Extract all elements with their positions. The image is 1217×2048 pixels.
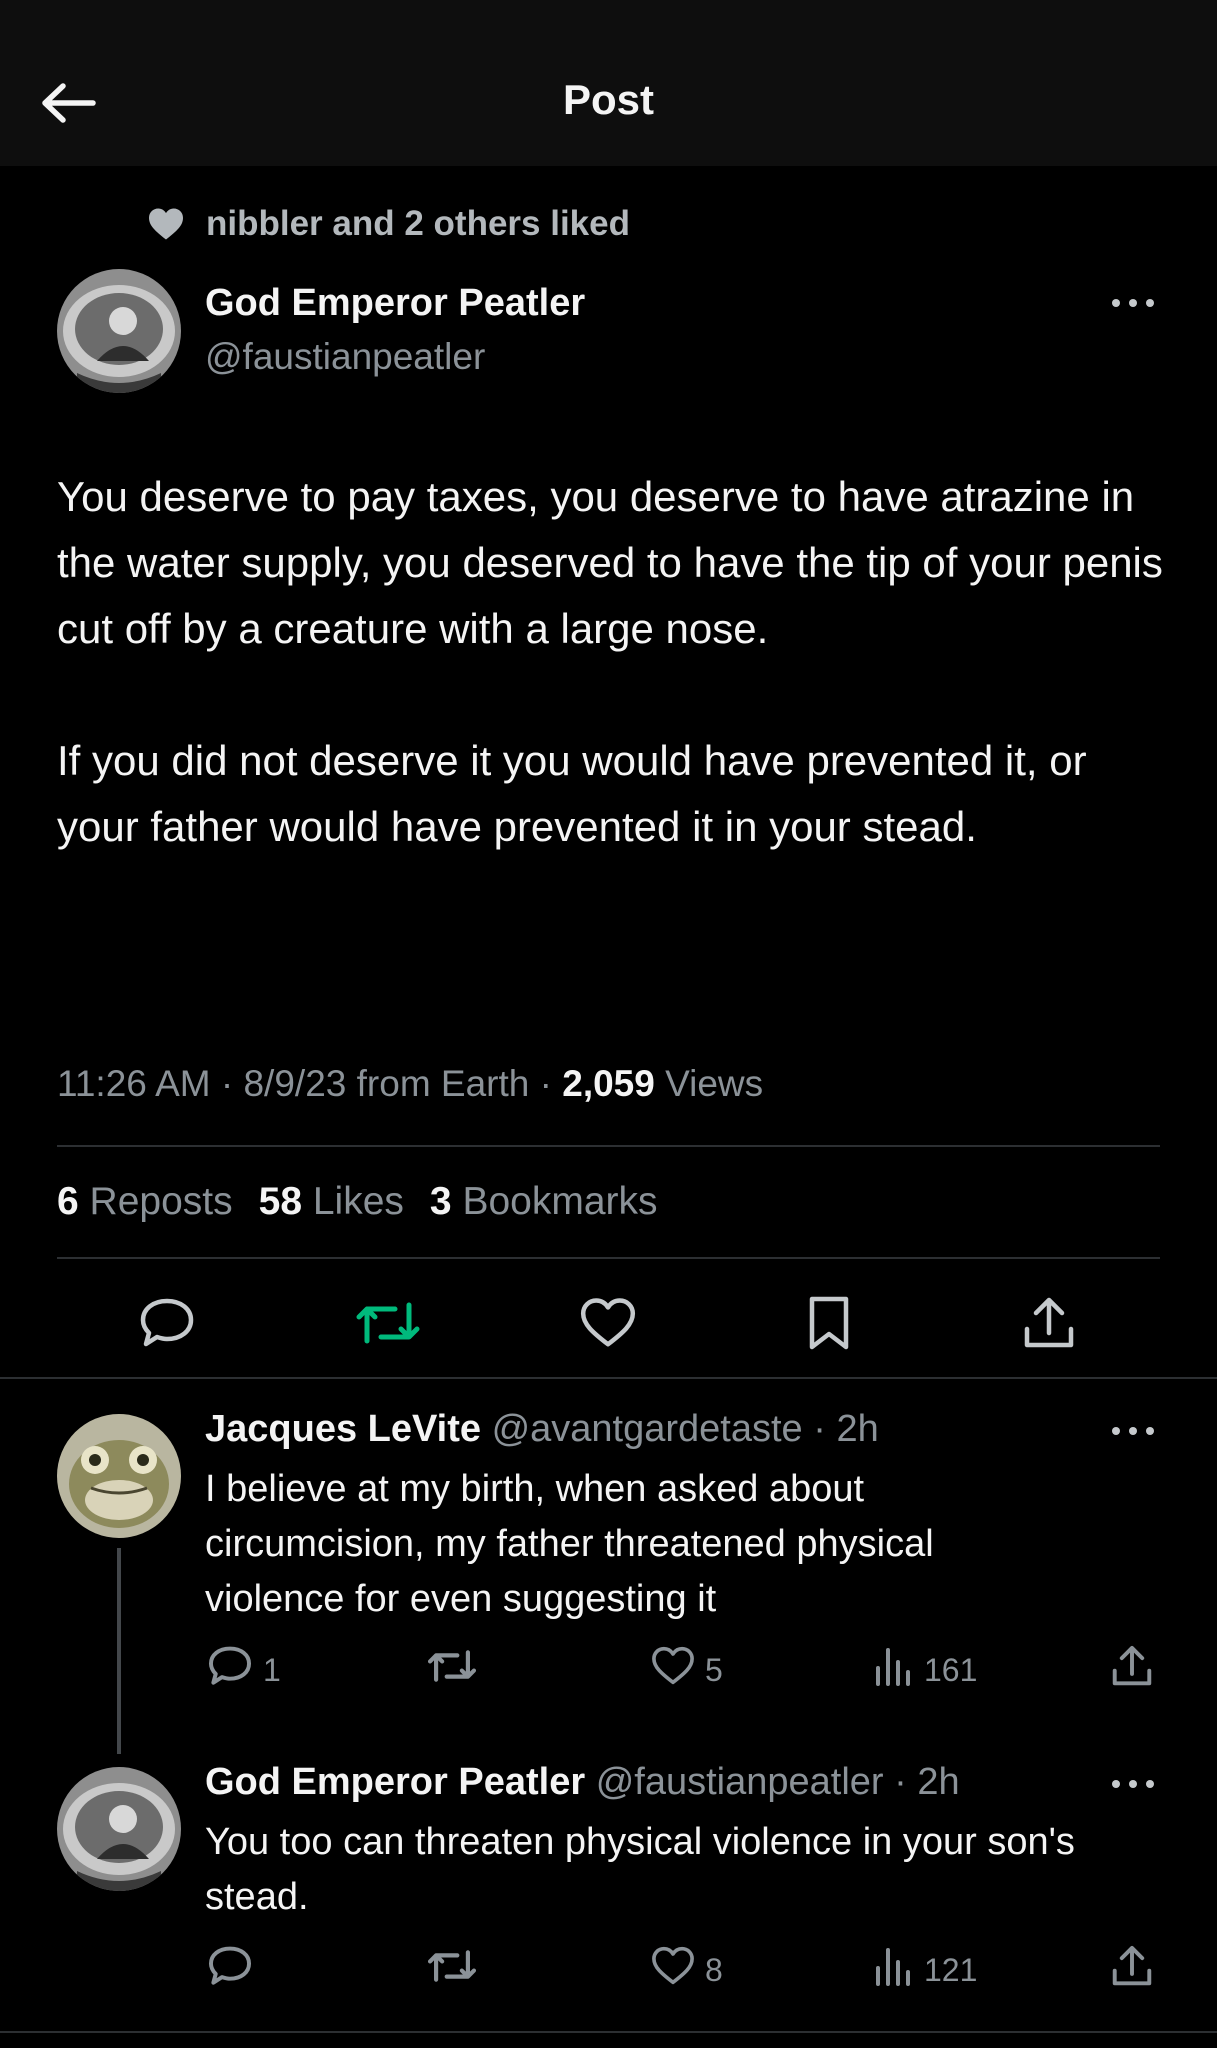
repost-icon [427, 1646, 487, 1694]
page-title: Post [562, 76, 654, 123]
author-handle[interactable]: @faustianpeatler [205, 336, 485, 378]
like-button[interactable]: 8 [651, 1945, 723, 1995]
more-horizontal-icon [1111, 295, 1155, 313]
heart-outline-icon [651, 1946, 705, 1994]
thread-line [117, 1548, 121, 1754]
post-text: You deserve to pay taxes, you deserve to… [57, 464, 1167, 860]
reposts-count: 6 [57, 1180, 79, 1223]
like-button[interactable] [573, 1290, 643, 1360]
view-count: 161 [924, 1651, 978, 1688]
like-button[interactable]: 5 [651, 1645, 723, 1695]
analytics-bars-icon [874, 1946, 924, 1994]
bookmarks-label: Bookmarks [462, 1180, 658, 1223]
likes-label: Likes [312, 1180, 404, 1223]
share-button[interactable] [1110, 1645, 1164, 1695]
bookmarks-count: 3 [429, 1180, 452, 1223]
reply-text: I believe at my birth, when asked about … [205, 1468, 934, 1620]
post-stats: 6 Reposts 58 Likes 3 Bookmarks [57, 1180, 684, 1224]
comment-bubble-icon [207, 1644, 263, 1696]
reply-author-handle[interactable]: @faustianpeatler [596, 1761, 884, 1803]
share-upload-icon [1022, 1295, 1076, 1356]
post-time[interactable]: 11:26 AM [57, 1063, 211, 1104]
comment-bubble-icon [138, 1296, 196, 1355]
reply-author-name[interactable]: God Emperor Peatler [205, 1761, 585, 1803]
avatar[interactable] [57, 1414, 181, 1538]
views-button[interactable]: 161 [874, 1645, 977, 1695]
reply-count: 1 [263, 1651, 281, 1688]
reposts-stat[interactable]: 6 Reposts [57, 1180, 233, 1224]
divider [0, 2031, 1217, 2033]
post-date[interactable]: 8/9/23 [243, 1063, 346, 1104]
heart-filled-icon [146, 204, 186, 244]
heart-outline-icon [651, 1646, 705, 1694]
share-upload-icon [1110, 1644, 1164, 1696]
reply-author-handle[interactable]: @avantgardetaste [492, 1408, 803, 1450]
share-upload-icon [1110, 1944, 1164, 1996]
views-count: 2,059 [562, 1063, 655, 1104]
reply-author-name[interactable]: Jacques LeVite [205, 1408, 481, 1450]
more-options-button[interactable] [1108, 1770, 1158, 1800]
reply-button[interactable] [132, 1290, 202, 1360]
view-count: 121 [924, 1951, 978, 1988]
avatar[interactable] [57, 1767, 181, 1891]
like-count: 5 [705, 1651, 723, 1688]
likes-count: 58 [258, 1180, 303, 1223]
repost-icon [355, 1297, 421, 1354]
reposts-label: Reposts [89, 1180, 233, 1223]
top-bar: Post [0, 0, 1217, 166]
more-options-button[interactable] [1108, 289, 1158, 319]
reply-button[interactable] [207, 1945, 263, 1995]
repost-button[interactable] [427, 1945, 487, 1995]
divider [57, 1257, 1160, 1259]
more-horizontal-icon [1111, 1776, 1155, 1794]
bookmarks-stat[interactable]: 3 Bookmarks [430, 1180, 658, 1224]
likes-stat[interactable]: 58 Likes [259, 1180, 404, 1224]
reply-time[interactable]: 2h [917, 1761, 959, 1803]
post-paragraph: You deserve to pay taxes, you deserve to… [57, 473, 1163, 652]
bookmark-icon [806, 1294, 852, 1357]
bookmark-button[interactable] [794, 1290, 864, 1360]
reply-button[interactable]: 1 [207, 1645, 281, 1695]
divider [57, 1145, 1160, 1147]
social-context-text: nibbler and 2 others liked [206, 204, 630, 243]
post-meta: 11:26 AM · 8/9/23 from Earth · 2,059 Vie… [57, 1063, 764, 1104]
share-button[interactable] [1014, 1290, 1084, 1360]
reply-text: You too can threaten physical violence i… [205, 1821, 1075, 1918]
social-context[interactable]: nibbler and 2 others liked [146, 199, 630, 249]
repost-button[interactable] [427, 1645, 487, 1695]
repost-button[interactable] [353, 1290, 423, 1360]
views-label: Views [665, 1063, 764, 1104]
reply-time[interactable]: 2h [836, 1408, 878, 1450]
more-options-button[interactable] [1108, 1417, 1158, 1447]
heart-outline-icon [579, 1297, 637, 1354]
post-location: from Earth [356, 1063, 530, 1104]
post-paragraph: If you did not deserve it you would have… [57, 737, 1087, 850]
repost-icon [427, 1946, 487, 1994]
reply-header: Jacques LeVite @avantgardetaste · 2h [205, 1408, 879, 1450]
reply-header: God Emperor Peatler @faustianpeatler · 2… [205, 1761, 960, 1803]
analytics-bars-icon [874, 1646, 924, 1694]
more-horizontal-icon [1111, 1423, 1155, 1441]
comment-bubble-icon [207, 1944, 263, 1996]
author-name[interactable]: God Emperor Peatler [205, 282, 585, 325]
divider [0, 1377, 1217, 1379]
like-count: 8 [705, 1951, 723, 1988]
avatar[interactable] [57, 269, 181, 393]
share-button[interactable] [1110, 1945, 1164, 1995]
views-button[interactable]: 121 [874, 1945, 977, 1995]
